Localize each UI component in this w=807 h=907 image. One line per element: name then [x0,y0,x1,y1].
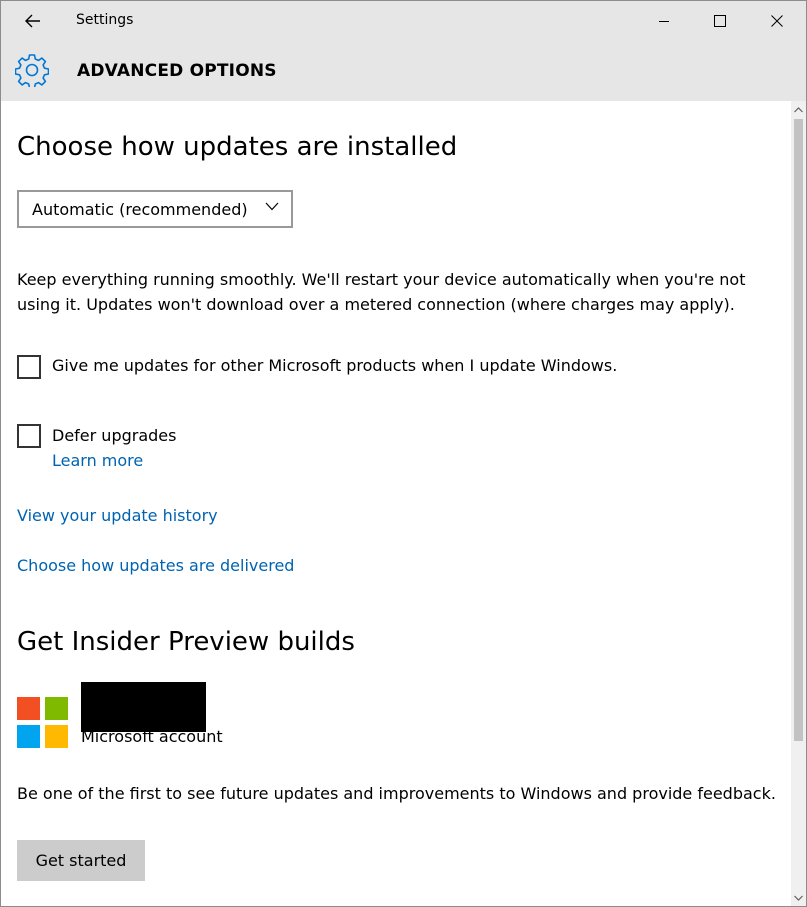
chevron-down-icon [265,202,279,211]
back-arrow-icon [25,14,40,28]
logo-tile-green [45,697,68,720]
page-header: ADVANCED OPTIONS [1,41,806,101]
window-title: Settings [76,12,134,28]
microsoft-logo-icon [17,697,69,749]
redacted-account-name [81,682,206,732]
gear-icon [15,54,49,87]
logo-tile-blue [17,725,40,748]
logo-tile-yellow [45,725,68,748]
maximize-button[interactable] [697,1,743,41]
install-heading: Choose how updates are installed [17,132,458,162]
close-button[interactable] [754,1,800,41]
maximize-icon [714,15,726,27]
logo-tile-red [17,697,40,720]
insider-heading: Get Insider Preview builds [17,627,355,657]
chevron-up-icon [794,106,803,112]
content-area: Choose how updates are installed Automat… [1,101,791,906]
vertical-scrollbar[interactable] [791,101,806,906]
chevron-down-small-icon [794,895,803,901]
defer-upgrades-label: Defer upgrades [52,426,177,445]
defer-upgrades-checkbox[interactable] [17,424,41,448]
close-icon [771,15,783,27]
scroll-thumb[interactable] [794,119,803,741]
back-button[interactable] [21,9,45,33]
scroll-down-arrow[interactable] [791,889,806,906]
title-bar: Settings [1,1,806,41]
settings-window: Settings ADVANCED OPTIONS Choose how upd… [0,0,807,907]
update-history-link[interactable]: View your update history [17,506,218,525]
delivery-options-link[interactable]: Choose how updates are delivered [17,556,294,575]
install-description: Keep everything running smoothly. We'll … [17,270,746,314]
insider-description: Be one of the first to see future update… [17,784,776,803]
minimize-icon [659,21,669,22]
minimize-button[interactable] [641,1,687,41]
page-title: ADVANCED OPTIONS [77,61,277,81]
get-started-button[interactable]: Get started [17,840,145,881]
other-products-checkbox[interactable] [17,355,41,379]
scroll-up-arrow[interactable] [791,101,806,118]
install-mode-value: Automatic (recommended) [32,200,248,219]
other-products-label: Give me updates for other Microsoft prod… [52,356,618,375]
install-mode-dropdown[interactable]: Automatic (recommended) [17,190,293,228]
learn-more-link[interactable]: Learn more [52,451,143,470]
